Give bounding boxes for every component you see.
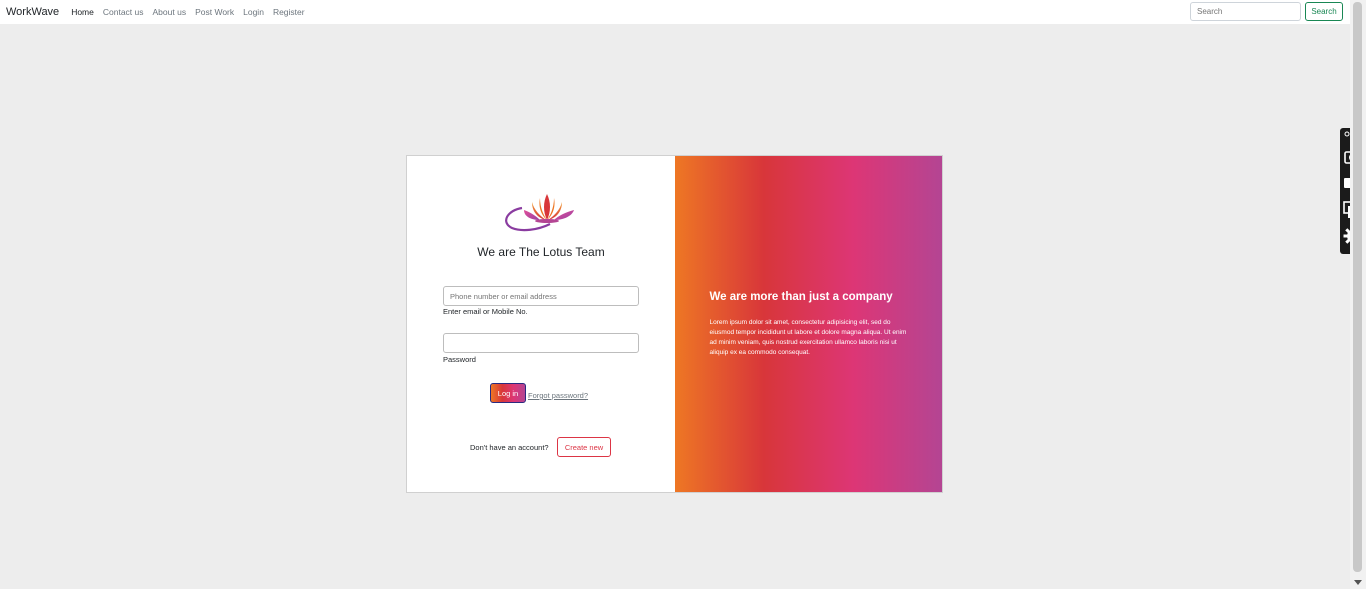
promo-panel: We are more than just a company Lorem ip… bbox=[674, 156, 942, 492]
login-card: We are The Lotus Team Enter email or Mob… bbox=[406, 155, 943, 493]
no-account-text: Don't have an account? bbox=[470, 443, 549, 452]
nav-register[interactable]: Register bbox=[273, 7, 305, 17]
promo-text: Lorem ipsum dolor sit amet, consectetur … bbox=[709, 319, 907, 356]
search-input[interactable] bbox=[1190, 2, 1301, 21]
nav-contact[interactable]: Contact us bbox=[103, 7, 144, 17]
promo-title: We are more than just a company bbox=[709, 291, 893, 303]
login-button[interactable]: Log in bbox=[490, 383, 526, 403]
top-navbar: WorkWave Home Contact us About us Post W… bbox=[0, 0, 1350, 24]
nav-home[interactable]: Home bbox=[71, 7, 94, 17]
email-field[interactable] bbox=[443, 286, 639, 306]
search-button[interactable]: Search bbox=[1305, 2, 1343, 21]
nav-post-work[interactable]: Post Work bbox=[195, 7, 234, 17]
scrollbar-thumb[interactable] bbox=[1353, 2, 1362, 572]
team-title: We are The Lotus Team bbox=[477, 245, 605, 259]
lotus-logo bbox=[505, 194, 574, 232]
nav-login[interactable]: Login bbox=[243, 7, 264, 17]
password-label: Password bbox=[443, 355, 476, 364]
forgot-password-link[interactable]: Forgot password? bbox=[528, 391, 588, 400]
scroll-down-arrow-icon[interactable] bbox=[1354, 580, 1362, 585]
login-form-panel: We are The Lotus Team Enter email or Mob… bbox=[407, 156, 675, 492]
password-field[interactable] bbox=[443, 333, 639, 353]
nav-about[interactable]: About us bbox=[153, 7, 187, 17]
page-scrollbar[interactable] bbox=[1350, 0, 1366, 589]
brand-logo-text[interactable]: WorkWave bbox=[6, 6, 59, 18]
email-label: Enter email or Mobile No. bbox=[443, 307, 528, 316]
create-account-button[interactable]: Create new bbox=[557, 437, 611, 457]
